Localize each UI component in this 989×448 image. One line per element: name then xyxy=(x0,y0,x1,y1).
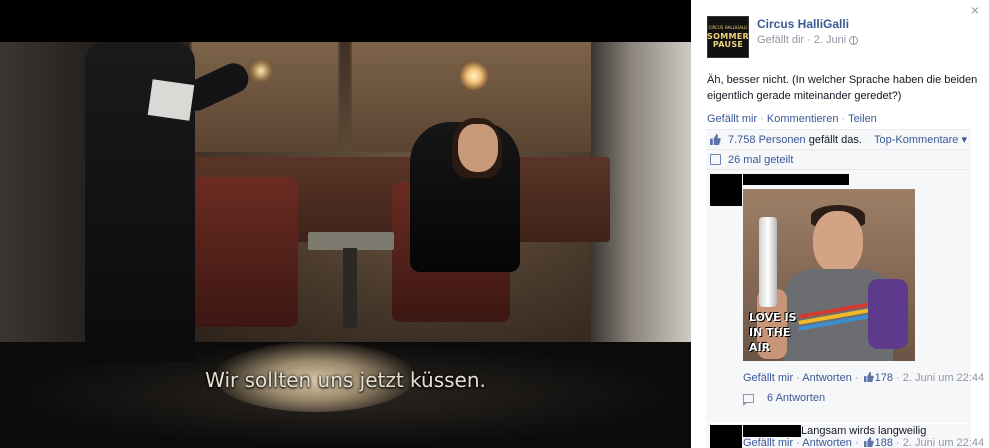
post-stats: 7.758 Personen gefällt das. Top-Kommenta… xyxy=(706,129,971,170)
meme-caption-line: LOVE IS xyxy=(749,311,797,324)
post-sidebar: × CIRCUS HALLIGALLI SOMMER PAUSE Circus … xyxy=(691,0,989,448)
commenter-name-redacted[interactable] xyxy=(743,425,801,437)
replies-label: 6 Antworten xyxy=(767,392,826,404)
page-name-link[interactable]: Circus HalliGalli xyxy=(757,17,858,31)
post-text: Äh, besser nicht. (In welcher Sprache ha… xyxy=(707,74,978,102)
armchair-left xyxy=(188,177,298,327)
action-separator: · xyxy=(760,113,764,125)
wall-lamp xyxy=(460,62,488,90)
thumbs-up-icon xyxy=(710,134,721,145)
sort-comments-dropdown[interactable]: Top-Kommentare ▾ xyxy=(874,133,967,146)
comment-item: Langsam wirds langweilig Gefällt mir · A… xyxy=(706,424,984,448)
comment-text: Langsam wirds langweilig xyxy=(801,425,927,437)
share-link[interactable]: Teilen xyxy=(848,113,877,125)
meme-sleeve xyxy=(868,279,908,349)
like-link[interactable]: Gefällt mir xyxy=(707,113,757,125)
seated-woman-face xyxy=(458,124,498,172)
avatar-small-text: CIRCUS HALLIGALLI xyxy=(708,24,748,30)
comment-like-link[interactable]: Gefällt mir xyxy=(743,372,793,384)
thumbs-up-icon xyxy=(863,437,874,447)
close-icon[interactable]: × xyxy=(971,2,979,18)
commenter-avatar[interactable] xyxy=(710,174,742,206)
share-icon xyxy=(710,154,721,165)
side-table-leg xyxy=(343,248,357,328)
meme-caption: LOVE IS IN THE AIR xyxy=(749,310,839,355)
spray-can xyxy=(759,217,777,307)
comment-like-count[interactable]: 178 xyxy=(875,372,893,384)
video-subtitle: Wir sollten uns jetzt küssen. xyxy=(205,368,486,392)
meme-face xyxy=(813,211,863,273)
likes-count-link[interactable]: 7.758 Personen xyxy=(728,134,806,146)
chevron-down-icon: ▾ xyxy=(961,134,967,146)
page-avatar[interactable]: CIRCUS HALLIGALLI SOMMER PAUSE xyxy=(707,16,749,58)
paper-sheet xyxy=(147,79,195,121)
sort-label: Top-Kommentare xyxy=(874,134,959,146)
comment-image[interactable]: LOVE IS IN THE AIR xyxy=(743,189,915,361)
shares-row: 26 mal geteilt xyxy=(706,150,971,170)
comment-date[interactable]: 2. Juni um 22:44 xyxy=(903,437,984,448)
thumbs-up-icon xyxy=(863,372,874,382)
comment-reply-link[interactable]: Antworten xyxy=(802,372,852,384)
comment-like-link[interactable]: Gefällt mir xyxy=(743,437,793,448)
comment-date[interactable]: 2. Juni um 22:44 xyxy=(903,372,984,384)
meme-caption-line: IN THE xyxy=(749,326,791,339)
comment-actions: Gefällt mir · Antworten · 188 · 2. Juni … xyxy=(743,437,985,448)
likes-row: 7.758 Personen gefällt das. Top-Kommenta… xyxy=(706,130,971,150)
comment-actions: Gefällt mir · Antworten · 178 · 2. Juni … xyxy=(743,372,985,384)
post-meta: Gefällt dir · 2. Juni xyxy=(757,34,859,46)
commenter-name-redacted[interactable] xyxy=(743,174,849,185)
meme-caption-line: AIR xyxy=(749,341,771,354)
wall-left xyxy=(0,42,90,372)
commenter-avatar[interactable] xyxy=(710,425,742,448)
comment-item: LOVE IS IN THE AIR Gefällt mir · Antwort… xyxy=(706,170,984,423)
post-actions: Gefällt mir · Kommentieren · Teilen xyxy=(707,113,877,125)
likes-suffix: gefällt das. xyxy=(808,133,862,146)
post-date[interactable]: 2. Juni xyxy=(814,34,846,46)
action-separator: · xyxy=(841,113,846,125)
view-replies-link[interactable]: 6 Antworten xyxy=(743,392,826,406)
photo-viewer: Wir sollten uns jetzt küssen. xyxy=(0,0,691,448)
avatar-line-2: PAUSE xyxy=(712,39,744,49)
globe-icon xyxy=(849,35,859,45)
wall-lamp xyxy=(250,60,272,82)
post-header: CIRCUS HALLIGALLI SOMMER PAUSE Circus Ha… xyxy=(707,16,859,58)
comment-like-count[interactable]: 188 xyxy=(875,437,893,448)
shares-count-link[interactable]: 26 mal geteilt xyxy=(728,154,793,166)
comment-link[interactable]: Kommentieren xyxy=(767,113,839,125)
meta-separator: · xyxy=(807,34,811,46)
liked-status[interactable]: Gefällt dir xyxy=(757,34,804,46)
comment-reply-link[interactable]: Antworten xyxy=(802,437,852,448)
replies-icon xyxy=(743,393,754,406)
